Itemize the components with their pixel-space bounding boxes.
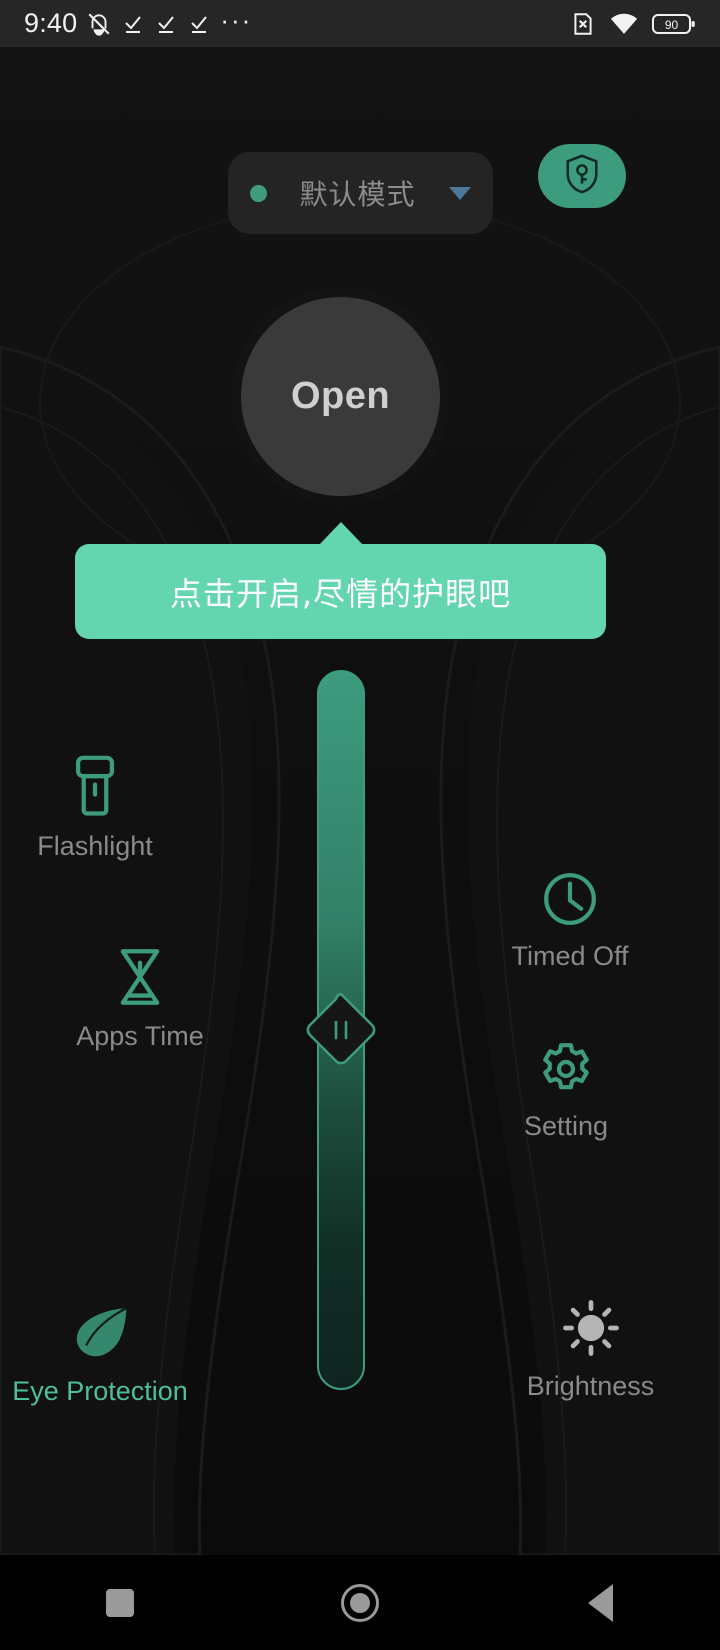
feature-eye-protection[interactable]: Eye Protection <box>10 1300 190 1408</box>
feature-brightness[interactable]: Brightness <box>503 1295 678 1403</box>
feature-eye-protection-label: Eye Protection <box>12 1376 188 1406</box>
mode-selector[interactable]: 默认模式 <box>227 152 493 234</box>
feature-setting-label: Setting <box>523 1111 609 1141</box>
chevron-down-icon[interactable] <box>448 186 471 200</box>
leaf-icon <box>69 1300 131 1362</box>
nav-recents-button[interactable] <box>60 1555 180 1650</box>
clock-icon <box>542 865 598 927</box>
feature-apps-time-label: Apps Time <box>76 1021 204 1051</box>
hint-tooltip[interactable]: 点击开启,尽情的护眼吧 <box>75 522 606 639</box>
mode-label: 默认模式 <box>299 178 416 211</box>
back-triangle-icon <box>587 1583 613 1622</box>
battery-level: 90 <box>665 18 679 32</box>
power-button-wrapper: Open <box>241 297 440 496</box>
feature-flashlight-label: Flashlight <box>37 831 153 861</box>
sim-card-off-icon <box>570 11 596 37</box>
status-bar-left: 9:40 ··· <box>24 4 253 39</box>
feature-brightness-label: Brightness <box>526 1371 655 1401</box>
sun-icon <box>562 1295 620 1357</box>
status-time: 9:40 <box>24 8 78 38</box>
nav-home-button[interactable] <box>300 1555 420 1650</box>
home-circle-inner <box>350 1592 370 1613</box>
app-screen: 9:40 ··· 90 默认模式 Open 点击开启,尽情的护眼吧 Flashl… <box>0 0 720 1650</box>
feature-apps-time[interactable]: Apps Time <box>55 945 225 1053</box>
nav-back-button[interactable] <box>540 1555 660 1650</box>
android-nav-bar <box>0 1555 720 1650</box>
power-toggle-button[interactable]: Open <box>241 297 440 496</box>
recents-square-icon <box>106 1588 134 1617</box>
brightness-slider-knob[interactable] <box>300 989 382 1071</box>
feature-setting[interactable]: Setting <box>481 1035 651 1143</box>
gear-icon <box>538 1035 594 1097</box>
flashlight-icon <box>70 755 120 817</box>
wifi-icon <box>610 12 638 36</box>
status-bar: 9:40 ··· 90 <box>0 0 720 47</box>
mode-status-dot <box>249 184 267 202</box>
top-bar: 默认模式 <box>0 144 720 234</box>
status-bar-right: 90 <box>570 11 696 37</box>
feature-timed-off-label: Timed Off <box>511 941 629 971</box>
battery-icon: 90 <box>652 12 696 36</box>
shield-key-button[interactable] <box>538 144 626 208</box>
power-button-label: Open <box>290 375 391 417</box>
tooltip-arrow <box>318 522 363 545</box>
shield-key-icon <box>563 153 601 200</box>
check-underline-icon <box>187 12 211 36</box>
home-circle-icon <box>341 1583 379 1622</box>
hourglass-icon <box>114 945 166 1007</box>
pause-handle-icon <box>306 992 376 1065</box>
mute-bell-icon <box>86 11 112 37</box>
status-overflow-icon: ··· <box>220 4 253 35</box>
feature-timed-off[interactable]: Timed Off <box>485 865 655 973</box>
tooltip-text: 点击开启,尽情的护眼吧 <box>169 574 512 613</box>
feature-flashlight[interactable]: Flashlight <box>10 755 180 863</box>
check-underline-icon <box>121 12 145 36</box>
check-underline-icon <box>154 12 178 36</box>
